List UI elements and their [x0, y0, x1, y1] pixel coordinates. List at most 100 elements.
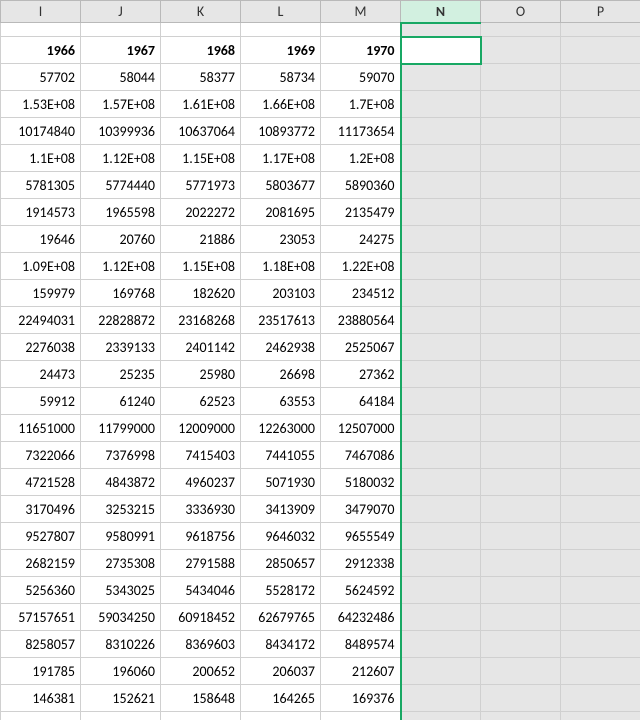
- cell-O-0[interactable]: [481, 23, 561, 37]
- cell-N-17[interactable]: [401, 469, 481, 496]
- cell-J-25[interactable]: 152621: [81, 685, 161, 712]
- cell-N-15[interactable]: [401, 415, 481, 442]
- cell-I-25[interactable]: 146381: [1, 685, 81, 712]
- cell-N-6[interactable]: [401, 172, 481, 199]
- cell-P-14[interactable]: [561, 388, 640, 415]
- cell-M-7[interactable]: 2135479: [321, 199, 401, 226]
- cell-L-1[interactable]: 1969: [241, 37, 321, 64]
- cell-J-18[interactable]: 3253215: [81, 496, 161, 523]
- cell-N-18[interactable]: [401, 496, 481, 523]
- cell-J-4[interactable]: 10399936: [81, 118, 161, 145]
- cell-L-5[interactable]: 1.17E+08: [241, 145, 321, 172]
- cell-O-15[interactable]: [481, 415, 561, 442]
- cell-I-1[interactable]: 1966: [1, 37, 81, 64]
- cell-P-22[interactable]: [561, 604, 640, 631]
- cell-O-1[interactable]: [481, 37, 561, 64]
- cell-P-18[interactable]: [561, 496, 640, 523]
- cell-P-8[interactable]: [561, 226, 640, 253]
- cell-P-26[interactable]: [561, 712, 640, 720]
- cell-O-4[interactable]: [481, 118, 561, 145]
- cell-L-14[interactable]: 63553: [241, 388, 321, 415]
- cell-O-18[interactable]: [481, 496, 561, 523]
- cell-P-17[interactable]: [561, 469, 640, 496]
- cell-O-24[interactable]: [481, 658, 561, 685]
- column-header-P[interactable]: P: [561, 1, 640, 23]
- cell-L-13[interactable]: 26698: [241, 361, 321, 388]
- cell-I-8[interactable]: 19646: [1, 226, 81, 253]
- cell-I-17[interactable]: 4721528: [1, 469, 81, 496]
- cell-N-16[interactable]: [401, 442, 481, 469]
- cell-J-13[interactable]: 25235: [81, 361, 161, 388]
- cell-K-11[interactable]: 23168268: [161, 307, 241, 334]
- cell-M-22[interactable]: 64232486: [321, 604, 401, 631]
- cell-M-16[interactable]: 7467086: [321, 442, 401, 469]
- cell-J-22[interactable]: 59034250: [81, 604, 161, 631]
- cell-M-12[interactable]: 2525067: [321, 334, 401, 361]
- cell-J-12[interactable]: 2339133: [81, 334, 161, 361]
- cell-J-19[interactable]: 9580991: [81, 523, 161, 550]
- cell-P-19[interactable]: [561, 523, 640, 550]
- cell-N-8[interactable]: [401, 226, 481, 253]
- cell-J-2[interactable]: 58044: [81, 64, 161, 91]
- cell-K-8[interactable]: 21886: [161, 226, 241, 253]
- column-header-K[interactable]: K: [161, 1, 241, 23]
- cell-P-0[interactable]: [561, 23, 640, 37]
- cell-K-25[interactable]: 158648: [161, 685, 241, 712]
- column-header-L[interactable]: L: [241, 1, 321, 23]
- cell-M-26[interactable]: 3760536: [321, 712, 401, 720]
- cell-M-10[interactable]: 234512: [321, 280, 401, 307]
- cell-M-2[interactable]: 59070: [321, 64, 401, 91]
- cell-L-17[interactable]: 5071930: [241, 469, 321, 496]
- cell-P-5[interactable]: [561, 145, 640, 172]
- cell-L-8[interactable]: 23053: [241, 226, 321, 253]
- cell-K-26[interactable]: 3675446: [161, 712, 241, 720]
- cell-I-22[interactable]: 57157651: [1, 604, 81, 631]
- cell-O-13[interactable]: [481, 361, 561, 388]
- column-header-N[interactable]: N: [401, 1, 481, 23]
- cell-L-26[interactable]: 3717476: [241, 712, 321, 720]
- cell-K-1[interactable]: 1968: [161, 37, 241, 64]
- cell-I-5[interactable]: 1.1E+08: [1, 145, 81, 172]
- cell-N-25[interactable]: [401, 685, 481, 712]
- cell-P-16[interactable]: [561, 442, 640, 469]
- cell-J-20[interactable]: 2735308: [81, 550, 161, 577]
- column-header-M[interactable]: M: [321, 1, 401, 23]
- cell-P-4[interactable]: [561, 118, 640, 145]
- cell-O-17[interactable]: [481, 469, 561, 496]
- cell-P-6[interactable]: [561, 172, 640, 199]
- column-header-J[interactable]: J: [81, 1, 161, 23]
- cell-N-3[interactable]: [401, 91, 481, 118]
- cell-N-26[interactable]: [401, 712, 481, 720]
- cell-J-17[interactable]: 4843872: [81, 469, 161, 496]
- column-header-O[interactable]: O: [481, 1, 561, 23]
- cell-N-13[interactable]: [401, 361, 481, 388]
- cell-I-0[interactable]: [1, 23, 81, 37]
- cell-K-5[interactable]: 1.15E+08: [161, 145, 241, 172]
- cell-M-0[interactable]: [321, 23, 401, 37]
- cell-O-16[interactable]: [481, 442, 561, 469]
- cell-I-20[interactable]: 2682159: [1, 550, 81, 577]
- cell-I-12[interactable]: 2276038: [1, 334, 81, 361]
- cell-P-9[interactable]: [561, 253, 640, 280]
- cell-K-23[interactable]: 8369603: [161, 631, 241, 658]
- cell-O-2[interactable]: [481, 64, 561, 91]
- cell-K-2[interactable]: 58377: [161, 64, 241, 91]
- cell-K-3[interactable]: 1.61E+08: [161, 91, 241, 118]
- cell-L-0[interactable]: [241, 23, 321, 37]
- cell-M-20[interactable]: 2912338: [321, 550, 401, 577]
- cell-N-21[interactable]: [401, 577, 481, 604]
- cell-J-11[interactable]: 22828872: [81, 307, 161, 334]
- cell-P-1[interactable]: [561, 37, 640, 64]
- cell-I-9[interactable]: 1.09E+08: [1, 253, 81, 280]
- cell-P-12[interactable]: [561, 334, 640, 361]
- cell-M-15[interactable]: 12507000: [321, 415, 401, 442]
- cell-O-5[interactable]: [481, 145, 561, 172]
- cell-J-0[interactable]: [81, 23, 161, 37]
- cell-N-2[interactable]: [401, 64, 481, 91]
- cell-N-20[interactable]: [401, 550, 481, 577]
- cell-K-16[interactable]: 7415403: [161, 442, 241, 469]
- cell-N-12[interactable]: [401, 334, 481, 361]
- cell-J-14[interactable]: 61240: [81, 388, 161, 415]
- cell-N-14[interactable]: [401, 388, 481, 415]
- cell-N-23[interactable]: [401, 631, 481, 658]
